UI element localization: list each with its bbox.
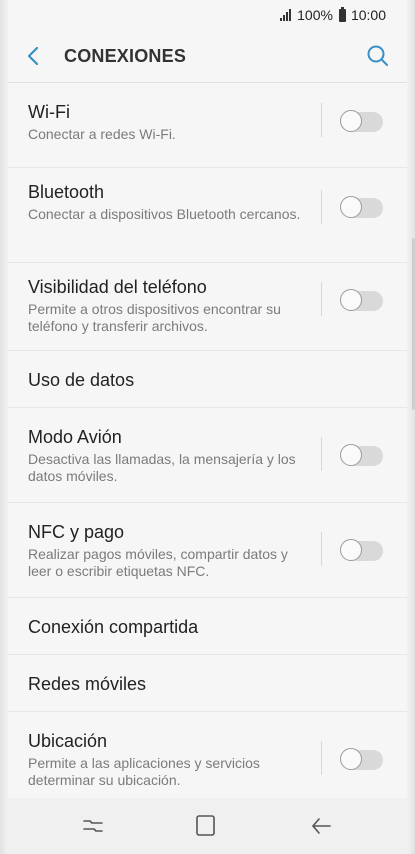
page-title: CONEXIONES (64, 46, 187, 66)
phone-screen: 100% 10:00 CONEXIONES Wi-Fi Conectar a r… (0, 0, 415, 854)
item-label: Uso de datos (28, 370, 135, 390)
list-item-bluetooth[interactable]: Bluetooth Conectar a dispositivos Blueto… (8, 168, 407, 263)
list-item-mobile-networks[interactable]: Redes móviles (8, 655, 407, 712)
battery-icon (338, 6, 346, 22)
divider (321, 741, 322, 775)
location-toggle[interactable] (340, 748, 383, 770)
item-label: Conexión compartida (28, 617, 199, 637)
clock: 10:00 (350, 7, 386, 23)
recents-icon (83, 820, 103, 832)
item-description: Realizar pagos móviles, compartir datos … (28, 546, 288, 579)
search-icon (367, 45, 388, 66)
divider (321, 103, 322, 137)
nav-back-button[interactable] (306, 812, 336, 840)
divider (321, 532, 322, 566)
status-indicators: 100% 10:00 (280, 6, 386, 23)
list-item-location[interactable]: Ubicación Permite a las aplicaciones y s… (8, 712, 407, 807)
list-item-data-usage[interactable]: Uso de datos (8, 351, 407, 408)
item-description: Permite a las aplicaciones y servicios d… (28, 755, 260, 788)
list-item-visibility[interactable]: Visibilidad del teléfono Permite a otros… (8, 263, 407, 351)
toggle-knob (340, 748, 362, 770)
wifi-toggle[interactable] (340, 110, 383, 132)
divider (321, 190, 322, 224)
list-item-airplane-mode[interactable]: Modo Avión Desactiva las llamadas, la me… (8, 408, 407, 503)
nfc-toggle[interactable] (340, 539, 383, 561)
item-description: Conectar a redes Wi-Fi. (28, 126, 176, 142)
nav-back-icon (312, 818, 331, 834)
toggle-knob (340, 444, 362, 466)
visibility-toggle[interactable] (340, 289, 383, 311)
search-button[interactable] (365, 43, 391, 69)
list-item-nfc[interactable]: NFC y pago Realizar pagos móviles, compa… (8, 503, 407, 598)
item-description: Permite a otros dispositivos encontrar s… (28, 301, 281, 334)
signal-icon (280, 9, 292, 21)
divider (321, 437, 322, 471)
battery-percentage: 100% (297, 7, 333, 23)
item-label: Redes móviles (28, 674, 147, 694)
list-item-wifi[interactable]: Wi-Fi Conectar a redes Wi-Fi. (8, 83, 407, 168)
back-button[interactable] (21, 42, 45, 70)
settings-list: Wi-Fi Conectar a redes Wi-Fi. Bluetooth … (8, 83, 407, 807)
airplane-mode-toggle[interactable] (340, 444, 383, 466)
toggle-knob (340, 289, 362, 311)
recents-button[interactable] (78, 812, 108, 840)
item-description: Desactiva las llamadas, la mensajería y … (28, 451, 296, 484)
list-item-tethering[interactable]: Conexión compartida (8, 598, 407, 655)
item-description: Conectar a dispositivos Bluetooth cercan… (28, 206, 301, 222)
app-bar: CONEXIONES (8, 32, 407, 83)
back-arrow-icon (27, 46, 39, 66)
status-bar: 100% 10:00 (0, 0, 415, 32)
divider (321, 282, 322, 316)
toggle-knob (340, 196, 362, 218)
device-frame-right (407, 0, 415, 854)
home-icon (196, 815, 215, 836)
navigation-bar (8, 798, 407, 854)
home-button[interactable] (191, 812, 221, 840)
toggle-knob (340, 539, 362, 561)
toggle-knob (340, 110, 362, 132)
device-frame-left (0, 0, 8, 854)
bluetooth-toggle[interactable] (340, 196, 383, 218)
